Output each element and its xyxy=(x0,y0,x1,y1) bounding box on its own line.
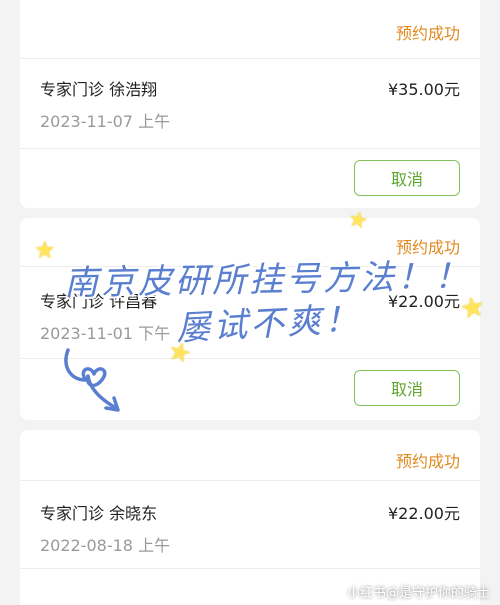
star-icon: ★ xyxy=(457,289,488,326)
cancel-button[interactable]: 取消 xyxy=(354,370,460,406)
appointment-price: ¥35.00元 xyxy=(388,80,460,99)
status-label: 预约成功 xyxy=(395,452,460,471)
divider xyxy=(20,568,480,569)
appointment-date: 2023-11-07 上午 xyxy=(40,112,171,131)
appointment-card: 预约成功 专家门诊 徐浩翔 ¥35.00元 2023-11-07 上午 取消 xyxy=(20,0,480,208)
divider xyxy=(20,58,480,59)
watermark: 小红书@是守护你的骑士 xyxy=(346,586,490,601)
star-icon: ★ xyxy=(345,206,371,235)
appointment-title: 专家门诊 余晓东 xyxy=(40,504,158,523)
appointment-title: 专家门诊 徐浩翔 xyxy=(40,80,158,99)
appointment-card: 预约成功 专家门诊 余晓东 ¥22.00元 2022-08-18 上午 xyxy=(20,430,480,605)
cancel-button[interactable]: 取消 xyxy=(354,160,460,196)
appointment-price: ¥22.00元 xyxy=(388,504,460,523)
status-label: 预约成功 xyxy=(395,24,460,43)
heart-arrow-doodle xyxy=(64,348,120,412)
star-icon: ★ xyxy=(34,236,56,264)
appointment-date: 2022-08-18 上午 xyxy=(40,536,171,555)
divider xyxy=(20,480,480,481)
appointment-date: 2023-11-01 下午 xyxy=(40,324,171,343)
divider xyxy=(20,148,480,149)
overlay-subline: 屡试不爽！ xyxy=(175,299,363,349)
